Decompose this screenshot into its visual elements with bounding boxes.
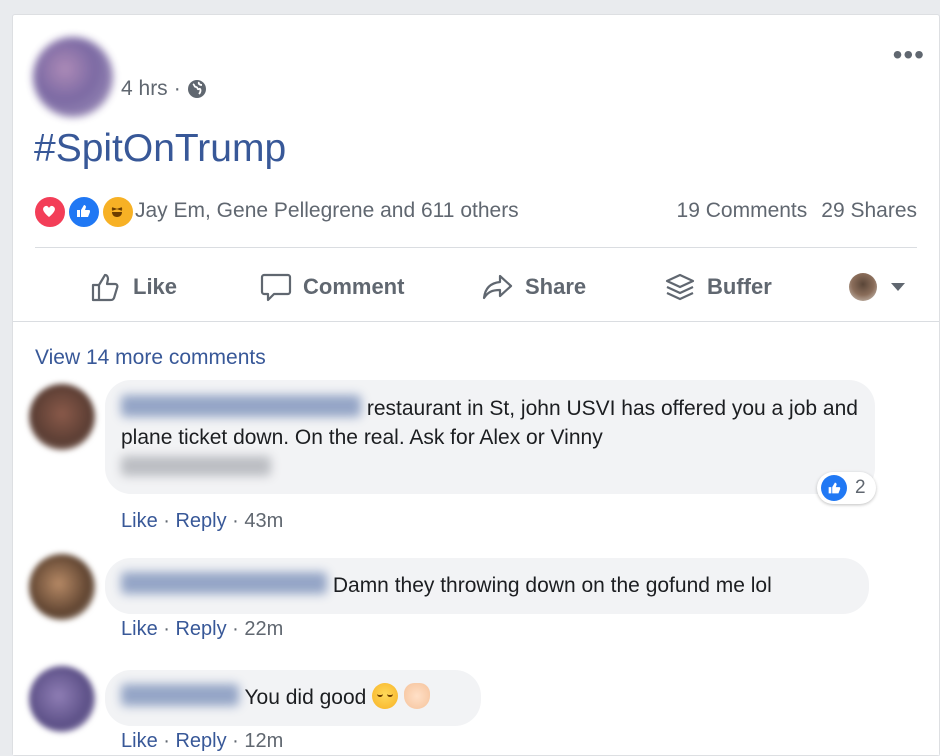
like-reaction-icon <box>821 475 847 501</box>
share-label: Share <box>525 274 587 299</box>
comment-button[interactable]: Comment <box>259 269 404 305</box>
comment-time[interactable]: 22m <box>244 618 283 640</box>
shares-count[interactable]: 29 Shares <box>821 199 917 223</box>
comment-label: Comment <box>303 274 405 299</box>
comment-text-blurred <box>121 456 271 476</box>
comment-reply-link[interactable]: Reply <box>175 618 226 640</box>
love-reaction-icon <box>33 195 67 229</box>
comment-bubble: Damn they throwing down on the gofund me… <box>105 558 869 614</box>
reaction-icons <box>33 195 137 229</box>
clapping-hands-icon <box>404 683 431 709</box>
comment-time[interactable]: 43m <box>244 510 283 532</box>
post-hashtag[interactable]: #SpitOnTrump <box>34 127 286 171</box>
comment-reply-link[interactable]: Reply <box>175 510 226 532</box>
comment-text: Damn they throwing down on the gofund me… <box>332 574 772 597</box>
share-icon <box>482 274 513 300</box>
post-time[interactable]: 4 hrs <box>121 77 168 101</box>
reactions-text: Jay Em, Gene Pellegrene and 611 others <box>135 199 519 222</box>
post-stats: 19 Comments 29 Shares <box>677 199 917 223</box>
author-avatar[interactable] <box>33 37 113 117</box>
action-bar: Like Comment Share Buffer <box>13 255 939 319</box>
reactions-summary[interactable]: Jay Em, Gene Pellegrene and 611 others <box>33 195 519 229</box>
comments-section: View 14 more comments restaurant in St, … <box>13 322 939 755</box>
avatar <box>849 273 877 301</box>
comment-bubble: You did good <box>105 670 481 726</box>
comment-like-link[interactable]: Like <box>121 730 158 752</box>
like-button[interactable]: Like <box>89 269 177 305</box>
commenter-name-blurred[interactable] <box>121 684 239 706</box>
commenter-avatar[interactable] <box>29 384 95 450</box>
commenter-name-blurred[interactable] <box>121 395 361 417</box>
buffer-label: Buffer <box>707 274 772 299</box>
meta-dot: · <box>173 77 181 100</box>
comment-icon <box>260 273 292 302</box>
author-name-blurred[interactable] <box>121 43 371 65</box>
globe-icon <box>187 80 206 98</box>
like-label: Like <box>133 274 178 299</box>
buffer-button[interactable]: Buffer <box>663 269 772 305</box>
comment-time[interactable]: 12m <box>244 730 283 752</box>
thumbs-up-icon <box>91 273 119 302</box>
view-more-comments-link[interactable]: View 14 more comments <box>35 346 266 370</box>
commenter-name-blurred[interactable] <box>121 572 327 594</box>
comment-meta: Like · Reply · 12m <box>121 730 284 752</box>
comment-meta: Like · Reply · 43m <box>121 510 284 532</box>
comment-bubble: restaurant in St, john USVI has offered … <box>105 380 875 494</box>
comment-meta: Like · Reply · 22m <box>121 618 284 640</box>
commenter-avatar[interactable] <box>29 554 95 620</box>
comment-like-link[interactable]: Like <box>121 510 158 532</box>
post-meta: 4 hrs · <box>121 77 207 101</box>
relieved-emoji-icon <box>372 683 399 709</box>
comment-text: You did good <box>244 686 367 709</box>
comments-count[interactable]: 19 Comments <box>677 199 808 223</box>
comment-reactions[interactable]: 2 <box>817 472 876 504</box>
comment-reply-link[interactable]: Reply <box>175 730 226 752</box>
comment-like-link[interactable]: Like <box>121 618 158 640</box>
profile-selector[interactable] <box>849 269 905 305</box>
divider <box>35 247 917 248</box>
buffer-icon <box>665 273 695 301</box>
post-card: 4 hrs · ••• #SpitOnTrump Jay Em, Gene Pe… <box>12 14 940 756</box>
chevron-down-icon <box>891 283 905 291</box>
share-button[interactable]: Share <box>481 269 586 305</box>
haha-reaction-icon <box>101 195 135 229</box>
reaction-count: 2 <box>855 477 866 498</box>
more-options-icon[interactable]: ••• <box>893 39 925 71</box>
commenter-avatar[interactable] <box>29 666 95 732</box>
like-reaction-icon <box>67 195 101 229</box>
